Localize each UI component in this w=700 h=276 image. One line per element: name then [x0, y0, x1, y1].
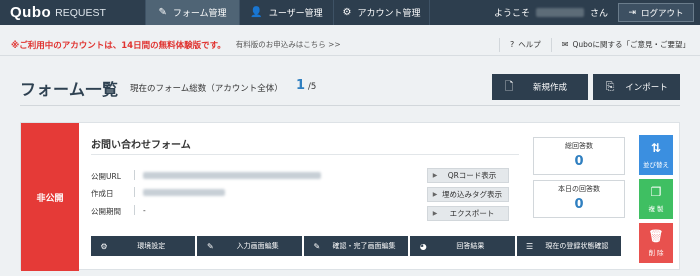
new-form-button[interactable]: 🗋 新規作成	[492, 74, 588, 100]
question-icon: ?	[510, 40, 515, 49]
today-responses-box: 本日の回答数 0	[533, 180, 625, 218]
wrench-icon: ✎	[158, 7, 167, 18]
tab-form-management[interactable]: ✎ フォーム管理	[145, 0, 239, 25]
logo-sub: REQUEST	[55, 6, 106, 19]
trash-icon: 🗑	[648, 229, 664, 243]
total-responses-box: 総回答数 0	[533, 137, 625, 175]
trial-notice-bar: ※ご利用中のアカウントは、14日間の無料体験版です。 有料版のお申込みはこちら …	[0, 34, 700, 56]
new-document-icon: 🗋	[504, 79, 514, 93]
upgrade-link[interactable]: 有料版のお申込みはこちら >>	[236, 39, 341, 50]
top-navigation-bar: Qubo REQUEST ✎ フォーム管理 👤 ユーザー管理 ⚙ アカウント管理…	[0, 0, 700, 25]
gear-icon: ⚙	[342, 7, 352, 18]
tab-label: フォーム管理	[172, 9, 227, 19]
logo-main: Qubo	[10, 4, 52, 21]
qr-code-button[interactable]: ▶ QRコード表示	[427, 168, 509, 183]
list-icon: ☰	[526, 241, 534, 251]
edit-confirm-screen-button[interactable]: ✎ 確認・完了画面編集	[303, 236, 409, 256]
chevron-right-icon: ▶	[432, 210, 438, 217]
mail-icon: ✉	[561, 40, 569, 49]
tab-label: ユーザー管理	[268, 9, 323, 19]
form-card: 非公開 お問い合わせフォーム 公開URL 作成日 公開期間 - ▶ QRコード表…	[20, 122, 680, 271]
welcome-text: ようこそ さん	[493, 8, 608, 19]
total-responses-value: 0	[574, 154, 584, 169]
tab-account-management[interactable]: ⚙ アカウント管理	[333, 0, 429, 25]
user-icon: 👤	[250, 7, 263, 18]
export-button[interactable]: ▶ エクスポート	[427, 206, 509, 221]
responses-button[interactable]: ◕ 回答結果	[410, 236, 515, 256]
sort-arrows-icon: ⇅	[650, 141, 662, 155]
page-title: フォーム一覧	[20, 80, 119, 99]
publish-period-value: -	[143, 206, 146, 215]
help-link[interactable]: ? ヘルプ	[499, 37, 551, 52]
edit-input-screen-button[interactable]: ✎ 入力画面編集	[197, 236, 302, 256]
today-responses-value: 0	[574, 197, 584, 212]
created-date-label: 作成日	[91, 189, 114, 198]
import-icon: ⎘	[605, 80, 615, 93]
tab-label: アカウント管理	[357, 9, 421, 19]
app-logo[interactable]: Qubo REQUEST	[0, 0, 145, 25]
chevron-right-icon: ▶	[432, 172, 438, 179]
form-name[interactable]: お問い合わせフォーム	[91, 136, 191, 151]
sort-button[interactable]: ⇅ 並び替え	[639, 135, 673, 175]
form-count-total: /5	[308, 82, 317, 92]
delete-button[interactable]: 🗑 削 除	[639, 223, 673, 263]
pie-chart-icon: ◕	[419, 241, 427, 251]
edit-icon: ✎	[207, 241, 214, 251]
embed-tag-button[interactable]: ▶ 埋め込みタグ表示	[427, 187, 509, 202]
tab-user-management[interactable]: 👤 ユーザー管理	[239, 0, 333, 25]
settings-button[interactable]: ⚙ 環境設定	[91, 236, 196, 256]
logout-button[interactable]: ⇥ ログアウト	[618, 3, 694, 22]
public-url-blurred[interactable]	[143, 172, 321, 179]
gear-icon: ⚙	[100, 241, 108, 251]
status-badge: 非公開	[21, 123, 79, 271]
form-action-bar: ⚙ 環境設定 ✎ 入力画面編集 ✎ 確認・完了画面編集 ◕ 回答結果 ☰ 現在の…	[91, 236, 622, 256]
user-name-blurred	[535, 8, 584, 17]
chevron-right-icon: ▶	[432, 191, 438, 198]
created-date-blurred	[143, 189, 225, 196]
trial-message: ※ご利用中のアカウントは、14日間の無料体験版です。	[11, 40, 226, 51]
publish-period-label: 公開期間	[91, 207, 121, 216]
copy-button[interactable]: ❐ 複 製	[639, 179, 673, 219]
registration-status-button[interactable]: ☰ 現在の登録状態確認	[516, 236, 622, 256]
logout-icon: ⇥	[628, 7, 637, 18]
feedback-link[interactable]: ✉ Quboに関する「ご意見・ご要望」	[550, 37, 700, 52]
public-url-label: 公開URL	[91, 172, 121, 181]
import-button[interactable]: ⎘ インポート	[593, 74, 680, 100]
form-count-label: 現在のフォーム総数（アカウント全体）	[130, 84, 283, 94]
form-count-value: 1	[296, 78, 306, 93]
edit-icon: ✎	[313, 241, 321, 251]
copy-icon: ❐	[650, 185, 662, 199]
